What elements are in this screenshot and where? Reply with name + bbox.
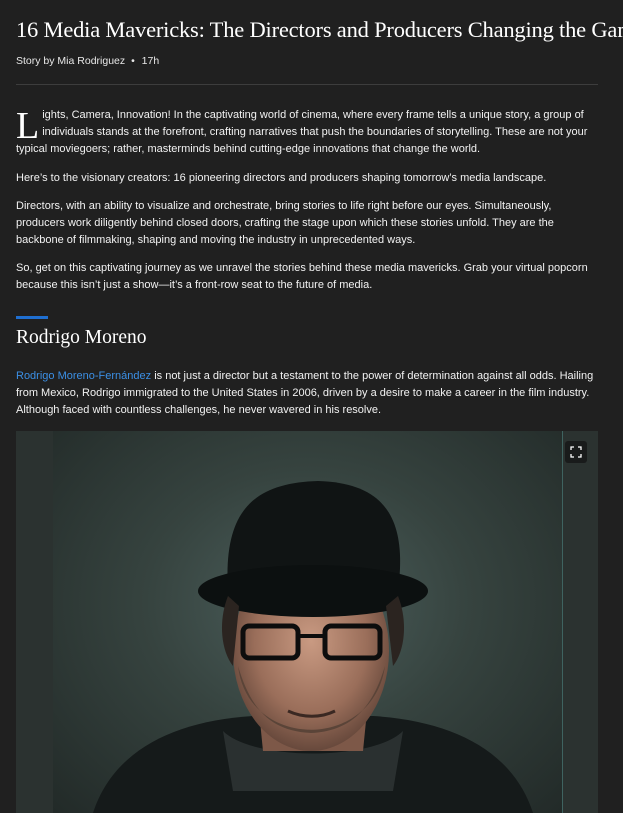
- byline-separator: •: [131, 55, 135, 67]
- expand-icon: [570, 446, 582, 458]
- author-name[interactable]: Story by Mia Rodriguez: [16, 55, 125, 67]
- drop-cap: L: [16, 105, 40, 147]
- intro-paragraph-4: So, get on this captivating journey as w…: [16, 262, 588, 292]
- publish-age: 17h: [141, 55, 160, 67]
- article-figure: [16, 431, 598, 813]
- portrait-illustration: [93, 481, 533, 813]
- intro-paragraph-1-text: ights, Camera, Innovation! In the captiv…: [16, 109, 588, 156]
- intro-paragraph-2: Here’s to the visionary creators: 16 pio…: [16, 172, 547, 184]
- byline: Story by Mia Rodriguez • 17h: [16, 55, 159, 67]
- intro-paragraph-1: Lights, Camera, Innovation! In the capti…: [16, 107, 602, 159]
- section-heading: Rodrigo Moreno: [16, 327, 147, 348]
- intro-paragraph-3: Directors, with an ability to visualize …: [16, 200, 554, 247]
- header-divider: [16, 84, 598, 85]
- article-title: 16 Media Mavericks: The Directors and Pr…: [16, 17, 623, 42]
- expand-image-button[interactable]: [565, 441, 587, 463]
- section-paragraph: Rodrigo Moreno-Fernández is not just a d…: [16, 368, 602, 420]
- section-accent-bar: [16, 316, 48, 319]
- profile-link[interactable]: Rodrigo Moreno-Fernández: [16, 370, 151, 382]
- portrait-photo[interactable]: [53, 431, 563, 813]
